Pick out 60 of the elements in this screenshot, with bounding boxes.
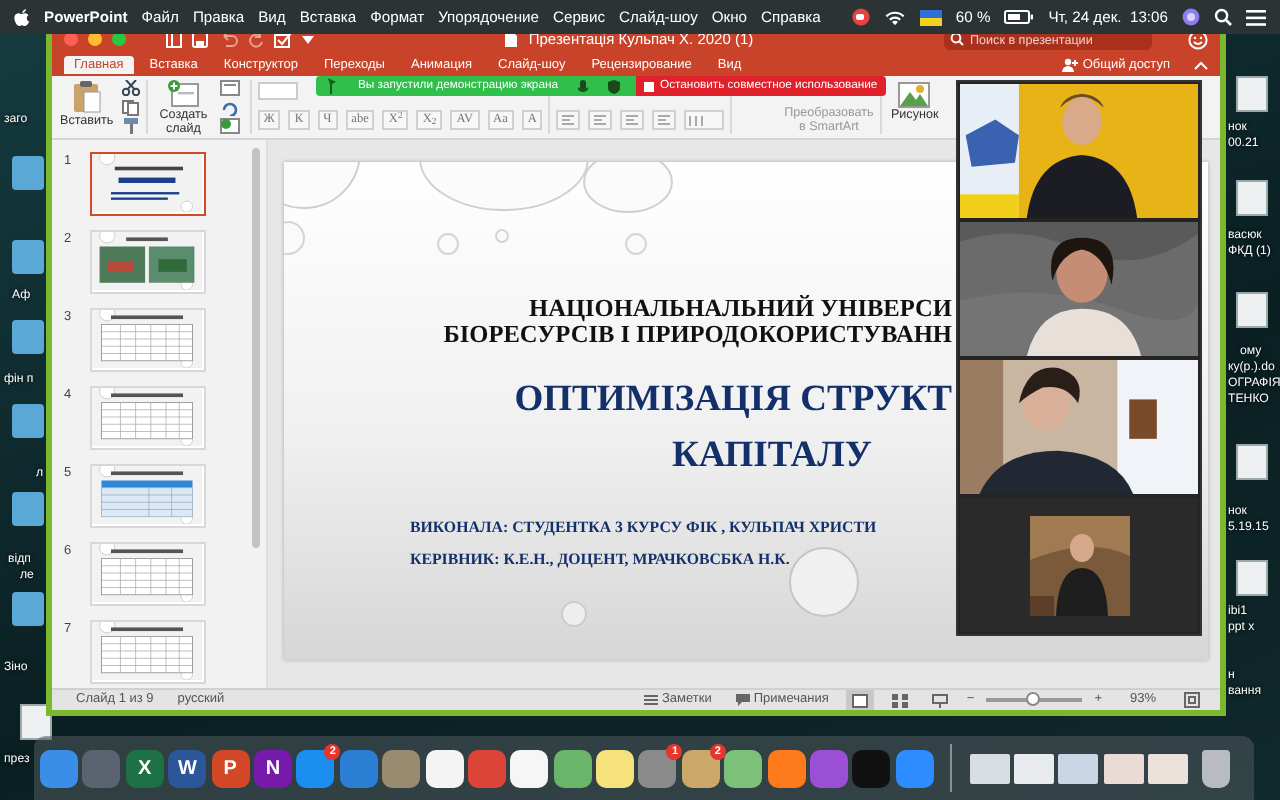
apple-icon[interactable] — [14, 8, 30, 26]
sidebar-icon[interactable] — [166, 31, 182, 47]
image-icon — [898, 82, 931, 108]
checkbox-icon[interactable] — [274, 31, 292, 47]
app-icon[interactable]: N — [253, 749, 292, 787]
collapse-icon[interactable] — [1194, 60, 1208, 70]
window-thumbnail[interactable] — [969, 753, 1010, 783]
menu-icon[interactable] — [1246, 9, 1266, 25]
battery-icon[interactable] — [1004, 10, 1035, 24]
zoom-slider[interactable] — [1025, 692, 1040, 706]
window-thumbnail[interactable] — [1103, 753, 1144, 783]
search-icon[interactable] — [1214, 8, 1232, 26]
grid-view-icon[interactable] — [892, 693, 909, 707]
slideshow-icon[interactable] — [932, 693, 949, 707]
app-icon[interactable]: W — [168, 749, 207, 787]
cut-icon[interactable] — [121, 80, 140, 96]
section-icon[interactable] — [219, 118, 244, 134]
stop-icon — [644, 81, 654, 91]
trash-icon[interactable] — [1201, 749, 1230, 787]
shield-icon[interactable] — [608, 79, 621, 93]
app-icon[interactable] — [425, 749, 464, 787]
window-thumbnail[interactable] — [1013, 753, 1054, 783]
lines-icon — [643, 694, 658, 706]
fit-icon[interactable] — [1184, 692, 1200, 708]
slide-text: КАПІТАЛУ — [671, 434, 872, 480]
pin-icon[interactable] — [326, 78, 338, 94]
window-thumbnail[interactable] — [1148, 753, 1189, 783]
redo-icon[interactable] — [248, 31, 264, 47]
normal-view-icon[interactable] — [852, 693, 869, 707]
flag-icon[interactable] — [919, 9, 942, 25]
person-plus-icon — [1062, 57, 1079, 72]
slide-text: НАЦІОНАЛЬНАЛЬНИЙ УНІВЕРСИ — [529, 296, 952, 322]
font-field[interactable] — [257, 82, 298, 100]
copy-icon[interactable] — [121, 99, 140, 115]
app-icon[interactable]: X — [125, 749, 164, 787]
slide-text: БІОРЕСУРСІВ І ПРИРОДОКОРИСТУВАНН — [443, 322, 952, 348]
search-icon — [950, 31, 967, 46]
document-icon[interactable] — [20, 704, 52, 740]
layout-icon[interactable] — [219, 80, 244, 96]
save-icon[interactable] — [192, 31, 208, 47]
app-icon[interactable] — [596, 749, 635, 787]
slide-text: ОПТИМІЗАЦІЯ СТРУКТ — [514, 378, 952, 424]
app-icon[interactable] — [767, 749, 806, 787]
app-icon[interactable] — [553, 749, 592, 787]
new-slide-icon — [167, 80, 200, 108]
speech-bubble-icon — [735, 694, 750, 706]
app-icon[interactable]: P — [211, 749, 250, 787]
scrollbar[interactable] — [252, 148, 260, 548]
clipboard-icon — [71, 80, 102, 114]
status-icon[interactable] — [851, 8, 870, 26]
app-icon[interactable] — [724, 749, 763, 787]
window-thumbnail[interactable] — [1058, 753, 1099, 783]
wifi-icon[interactable] — [883, 9, 906, 25]
brush-icon[interactable] — [121, 118, 140, 134]
slide-thumbnail[interactable] — [90, 152, 206, 216]
microphone-icon[interactable] — [578, 79, 589, 93]
app-icon[interactable] — [510, 749, 549, 787]
siri-icon[interactable] — [1182, 8, 1200, 26]
smiley-icon[interactable] — [1188, 29, 1209, 49]
undo-icon[interactable] — [218, 31, 238, 47]
